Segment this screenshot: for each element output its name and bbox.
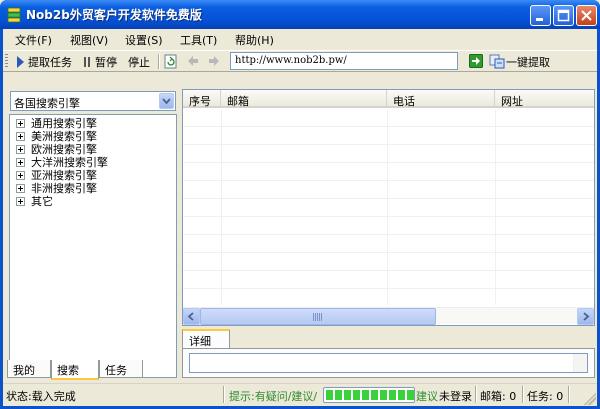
- tab-tasks[interactable]: 任务: [99, 360, 143, 378]
- expand-icon[interactable]: [16, 145, 25, 154]
- maximize-icon: [557, 9, 570, 22]
- details-panel: [182, 348, 595, 378]
- table-row[interactable]: [183, 218, 594, 235]
- table-row[interactable]: [183, 236, 594, 253]
- maximize-button[interactable]: [553, 5, 574, 26]
- minimize-button[interactable]: [530, 5, 551, 26]
- refresh-button[interactable]: [164, 54, 178, 70]
- back-button[interactable]: [186, 54, 200, 70]
- grid-header: 序号 邮箱 电话 网址: [183, 90, 594, 108]
- scroll-left-button[interactable]: [183, 308, 200, 325]
- table-row[interactable]: [183, 290, 594, 305]
- expand-icon[interactable]: [16, 171, 25, 180]
- client-area: 文件(F) 视图(V) 设置(S) 工具(T) 帮助(H) 提取任务 暂停 停止: [3, 29, 597, 406]
- grid-line: [495, 110, 496, 305]
- toolbar-strip: [3, 73, 597, 87]
- chevron-right-icon: [583, 312, 590, 321]
- grid-line: [387, 110, 388, 305]
- results-grid[interactable]: 序号 邮箱 电话 网址: [182, 89, 595, 326]
- expand-icon[interactable]: [16, 197, 25, 206]
- go-button[interactable]: [469, 54, 483, 70]
- engine-select[interactable]: 各国搜索引擎: [10, 91, 176, 111]
- menu-view[interactable]: 视图(V): [70, 32, 108, 48]
- chevron-left-icon: [187, 312, 194, 321]
- extract-icon: [489, 54, 505, 69]
- details-scrollbar[interactable]: [573, 354, 587, 372]
- column-header-website[interactable]: 网址: [495, 90, 594, 108]
- go-arrow-icon: [469, 54, 483, 68]
- play-icon: [17, 56, 24, 68]
- toolbar-grip[interactable]: [5, 54, 8, 69]
- window-title: Nob2b外贸客户开发软件免费版: [26, 8, 202, 22]
- app-window: Nob2b外贸客户开发软件免费版 文件(F) 视图(V) 设置(S) 工具(T)…: [0, 0, 600, 409]
- menu-file[interactable]: 文件(F): [15, 32, 52, 48]
- column-header-email[interactable]: 邮箱: [221, 90, 387, 108]
- horizontal-scrollbar[interactable]: [183, 307, 594, 325]
- one-click-extract-button[interactable]: 一键提取: [489, 54, 555, 70]
- menu-help[interactable]: 帮助(H): [235, 32, 274, 48]
- expand-icon[interactable]: [16, 119, 25, 128]
- refresh-icon: [164, 54, 177, 69]
- title-bar[interactable]: Nob2b外贸客户开发软件免费版: [0, 0, 600, 29]
- forward-button[interactable]: [207, 54, 221, 70]
- status-separator: [522, 386, 524, 403]
- tab-search[interactable]: 搜索: [51, 360, 99, 380]
- expand-icon[interactable]: [16, 132, 25, 141]
- pause-icon: [84, 57, 90, 67]
- table-row[interactable]: [183, 254, 594, 271]
- grid-body[interactable]: [183, 110, 594, 305]
- login-status: 未登录: [439, 390, 472, 403]
- dropdown-button[interactable]: [159, 93, 174, 109]
- task-count: 任务: 0: [527, 390, 564, 403]
- status-separator: [568, 386, 570, 403]
- toolbar: 提取任务 暂停 停止 http://www.nob2b.pw/ 一键提取: [3, 50, 597, 72]
- table-row[interactable]: [183, 200, 594, 217]
- status-separator: [475, 386, 477, 403]
- minimize-icon: [536, 18, 543, 21]
- menu-settings[interactable]: 设置(S): [125, 32, 163, 48]
- expand-icon[interactable]: [16, 158, 25, 167]
- engine-tree[interactable]: 通用搜索引擎 美洲搜索引擎 欧洲搜索引擎 大洋洲搜索引擎 亚洲搜索引擎 非洲搜索…: [9, 114, 177, 378]
- mail-count: 邮箱: 0: [480, 390, 517, 403]
- status-separator: [223, 386, 225, 403]
- status-bar: 状态:载入完成 提示:有疑问/建议/ 建议 未登录 邮箱: 0 任务: 0: [3, 383, 597, 406]
- pause-button[interactable]: 暂停: [81, 54, 123, 70]
- close-icon: [581, 10, 592, 21]
- expand-icon[interactable]: [16, 184, 25, 193]
- start-task-button[interactable]: 提取任务: [13, 54, 79, 70]
- details-text[interactable]: [189, 353, 588, 373]
- table-row[interactable]: [183, 146, 594, 163]
- status-hint-suffix[interactable]: 建议: [416, 388, 438, 404]
- tab-mine[interactable]: 我的: [7, 360, 51, 378]
- menu-bar: 文件(F) 视图(V) 设置(S) 工具(T) 帮助(H): [3, 29, 597, 49]
- stop-button[interactable]: 停止: [127, 54, 155, 70]
- table-row[interactable]: [183, 128, 594, 145]
- forward-arrow-icon: [209, 56, 219, 66]
- progress-fill: [326, 390, 414, 400]
- scroll-right-button[interactable]: [577, 308, 594, 325]
- chevron-down-icon: [162, 98, 171, 105]
- table-row[interactable]: [183, 182, 594, 199]
- resize-grip[interactable]: [584, 393, 596, 405]
- back-arrow-icon: [188, 56, 198, 66]
- column-header-phone[interactable]: 电话: [387, 90, 495, 108]
- left-panel: 各国搜索引擎 通用搜索引擎 美洲搜索引擎 欧洲搜索引擎 大洋洲搜索引擎 亚洲搜索…: [7, 89, 179, 378]
- table-row[interactable]: [183, 110, 594, 127]
- status-state: 状态:载入完成: [6, 390, 76, 403]
- table-row[interactable]: [183, 272, 594, 289]
- column-header-index[interactable]: 序号: [183, 90, 221, 108]
- progress-bar: [323, 387, 415, 403]
- grid-line: [221, 110, 222, 305]
- app-icon: [7, 7, 21, 23]
- status-hint[interactable]: 提示:有疑问/建议/: [229, 388, 317, 404]
- table-row[interactable]: [183, 164, 594, 181]
- menu-tools[interactable]: 工具(T): [180, 32, 217, 48]
- tab-details[interactable]: 详细: [182, 329, 230, 349]
- url-field[interactable]: http://www.nob2b.pw/: [230, 52, 458, 70]
- scroll-thumb[interactable]: [200, 308, 436, 325]
- close-button[interactable]: [576, 5, 597, 26]
- left-tab-strip: 我的 搜索 任务: [7, 360, 179, 380]
- toolbar-separator: [158, 54, 160, 69]
